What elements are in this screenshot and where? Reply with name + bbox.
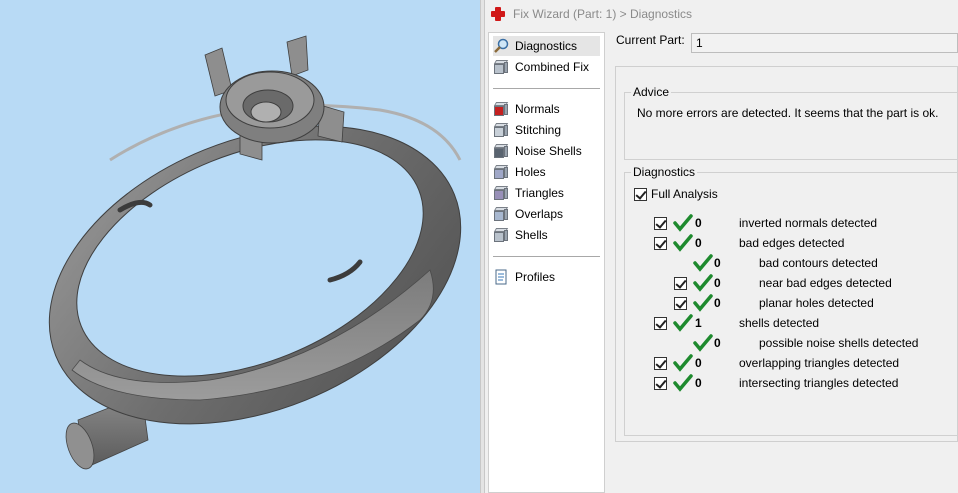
full-analysis-checkbox[interactable] <box>634 188 647 201</box>
normals-cube-icon <box>493 101 509 117</box>
nav-item-normals[interactable]: Normals <box>493 99 600 119</box>
nav-divider <box>493 88 600 89</box>
nav-item-profiles[interactable]: Profiles <box>493 267 600 287</box>
row-count: 0 <box>714 256 721 270</box>
ring-model <box>48 35 462 470</box>
checkmark-icon <box>693 274 713 292</box>
row-checkbox[interactable] <box>654 317 667 330</box>
row-label: bad edges detected <box>739 236 845 250</box>
profile-document-icon <box>493 269 509 285</box>
current-part-label: Current Part: <box>616 33 685 47</box>
row-checkbox[interactable] <box>654 377 667 390</box>
row-label: shells detected <box>739 316 820 330</box>
cube-icon <box>493 59 509 75</box>
row-checkbox[interactable] <box>654 217 667 230</box>
nav-item-combined-fix[interactable]: Combined Fix <box>493 57 600 77</box>
row-count: 0 <box>714 296 721 310</box>
stitching-icon <box>493 122 509 138</box>
row-checkbox[interactable] <box>654 237 667 250</box>
full-analysis-label: Full Analysis <box>651 187 718 201</box>
nav-item-shells[interactable]: Shells <box>493 225 600 245</box>
row-count: 0 <box>714 276 721 290</box>
nav-item-triangles[interactable]: Triangles <box>493 183 600 203</box>
shells-icon <box>493 227 509 243</box>
advice-group: Advice No more errors are detected. It s… <box>624 85 958 160</box>
nav-item-noise-shells[interactable]: Noise Shells <box>493 141 600 161</box>
checkmark-icon <box>673 234 693 252</box>
diagnostics-group: Diagnostics Full Analysis 0 inverted nor… <box>624 165 958 436</box>
3d-viewport[interactable] <box>0 0 480 493</box>
row-label: overlapping triangles detected <box>739 356 900 370</box>
nav-item-stitching[interactable]: Stitching <box>493 120 600 140</box>
row-label: bad contours detected <box>759 256 878 270</box>
nav-item-holes[interactable]: Holes <box>493 162 600 182</box>
row-label: planar holes detected <box>759 296 874 310</box>
checkmark-icon <box>673 314 693 332</box>
row-count: 0 <box>695 236 702 250</box>
row-count: 0 <box>695 356 702 370</box>
wizard-nav: Diagnostics Combined Fix Normals Stitchi… <box>488 32 605 493</box>
noise-shells-icon <box>493 143 509 159</box>
row-count: 0 <box>695 216 702 230</box>
diagnostics-title: Diagnostics <box>631 165 698 179</box>
advice-title: Advice <box>631 85 672 99</box>
nav-item-diagnostics[interactable]: Diagnostics <box>493 36 600 56</box>
row-label: intersecting triangles detected <box>739 376 899 390</box>
row-checkbox[interactable] <box>674 297 687 310</box>
wizard-title-bar: Fix Wizard (Part: 1) > Diagnostics <box>485 0 958 28</box>
row-label: inverted normals detected <box>739 216 878 230</box>
checkmark-icon <box>693 334 713 352</box>
row-count: 0 <box>695 376 702 390</box>
checkmark-icon <box>693 294 713 312</box>
magnifier-icon <box>493 38 509 54</box>
checkmark-icon <box>693 254 713 272</box>
checkmark-icon <box>673 354 693 372</box>
nav-item-overlaps[interactable]: Overlaps <box>493 204 600 224</box>
app-cross-icon <box>491 7 505 21</box>
checkmark-icon <box>673 214 693 232</box>
row-count: 0 <box>714 336 721 350</box>
current-part-field[interactable]: 1 <box>691 33 958 53</box>
overlaps-icon <box>493 206 509 222</box>
holes-icon <box>493 164 509 180</box>
row-checkbox[interactable] <box>654 357 667 370</box>
triangles-icon <box>493 185 509 201</box>
fix-wizard-panel: Fix Wizard (Part: 1) > Diagnostics Diagn… <box>485 0 958 493</box>
row-label: near bad edges detected <box>759 276 892 290</box>
row-count: 1 <box>695 316 702 330</box>
nav-divider <box>493 256 600 257</box>
advice-text: No more errors are detected. It seems th… <box>637 106 939 120</box>
row-checkbox[interactable] <box>674 277 687 290</box>
row-label: possible noise shells detected <box>759 336 919 350</box>
wizard-title: Fix Wizard (Part: 1) > Diagnostics <box>513 7 693 21</box>
checkmark-icon <box>673 374 693 392</box>
